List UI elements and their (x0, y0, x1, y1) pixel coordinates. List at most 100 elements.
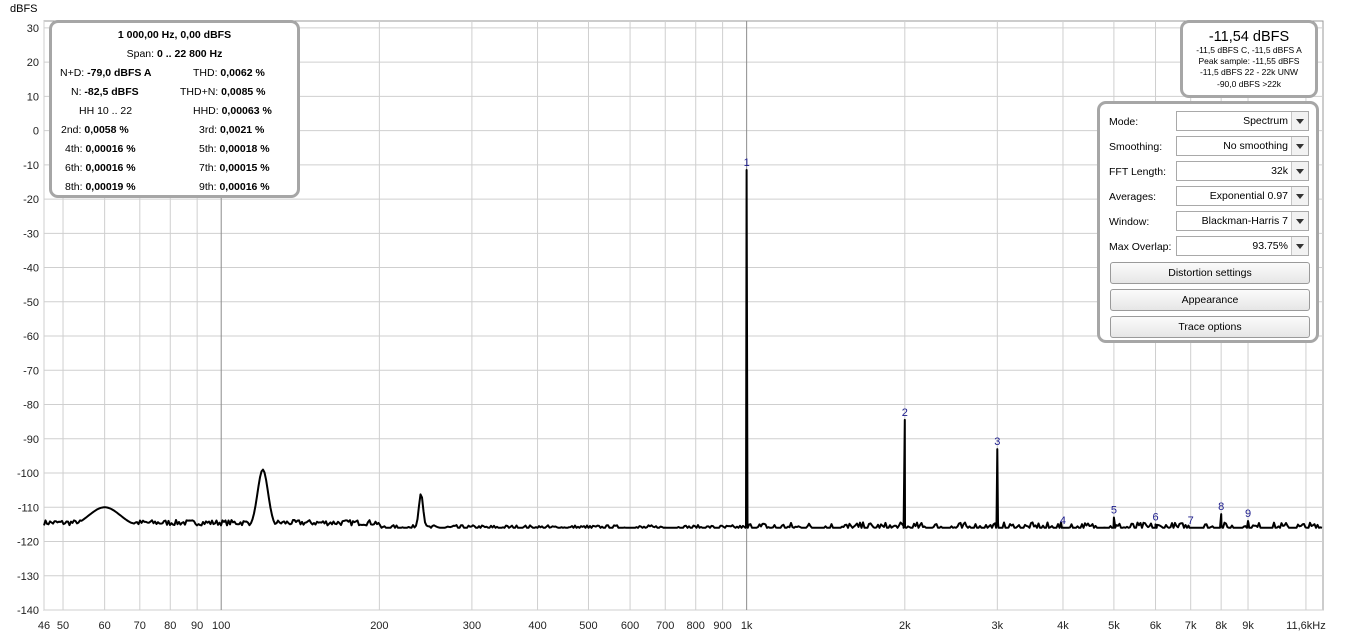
n-label: N: (71, 86, 82, 98)
x-tick-label: 7k (1185, 620, 1197, 632)
y-tick-label: -70 (23, 365, 39, 377)
distortion-readout-panel: 1 000,00 Hz, 0,00 dBFS Span: 0 .. 22 800… (49, 20, 300, 198)
hh-label: HH 10 .. 22 (79, 105, 133, 117)
h6-value: 0,00016 % (85, 162, 136, 174)
h7-value: 0,00015 % (219, 162, 270, 174)
hhd-value: 0,00063 % (221, 105, 272, 117)
chevron-down-icon[interactable] (1291, 112, 1308, 130)
smoothing-select[interactable]: No smoothing (1176, 136, 1309, 156)
y-tick-label: -10 (23, 160, 39, 172)
h9-row: 9th: 0,00016 % (199, 181, 270, 193)
x-tick-label: 1k (741, 620, 753, 632)
distortion-settings-button[interactable]: Distortion settings (1110, 262, 1310, 284)
h7-row: 7th: 0,00015 % (199, 162, 270, 174)
harmonic-label-7: 7 (1188, 515, 1194, 527)
thdn-value: 0,0085 % (221, 86, 266, 98)
x-tick-label: 46 (38, 620, 50, 632)
x-tick-label: 50 (57, 620, 69, 632)
x-tick-label: 600 (621, 620, 639, 632)
h8-row: 8th: 0,00019 % (65, 181, 136, 193)
y-tick-label: 10 (27, 91, 39, 103)
x-tick-label: 9k (1242, 620, 1254, 632)
chevron-down-icon[interactable] (1291, 137, 1308, 155)
h3-row: 3rd: 0,0021 % (199, 124, 264, 136)
h6-row: 6th: 0,00016 % (65, 162, 136, 174)
nd-row: N+D: -79,0 dBFS A (60, 67, 152, 79)
chevron-down-icon[interactable] (1291, 162, 1308, 180)
averages-value: Exponential 0.97 (1209, 190, 1288, 202)
thd-value: 0,0062 % (220, 67, 265, 79)
span-row: Span: 0 .. 22 800 Hz (52, 48, 297, 60)
harmonic-label-3: 3 (994, 436, 1000, 448)
h2-row: 2nd: 0,0058 % (61, 124, 129, 136)
x-tick-label: 700 (656, 620, 674, 632)
h8-label: 8th: (65, 181, 83, 193)
smoothing-value: No smoothing (1223, 140, 1288, 152)
chevron-down-icon[interactable] (1291, 237, 1308, 255)
y-axis-label: dBFS (10, 3, 38, 15)
level-peak-sample: Peak sample: -11,55 dBFS (1198, 56, 1300, 67)
x-tick-label: 5k (1108, 620, 1120, 632)
x-tick-label: 70 (134, 620, 146, 632)
max-overlap-value: 93.75% (1252, 240, 1288, 252)
y-tick-label: 20 (27, 57, 39, 69)
x-tick-label: 2k (899, 620, 911, 632)
x-tick-label: 500 (579, 620, 597, 632)
y-tick-label: 0 (33, 126, 39, 138)
level-main-value: -11,54 dBFS (1208, 29, 1290, 45)
h7-label: 7th: (199, 162, 217, 174)
analysis-controls-panel: Mode: Spectrum Smoothing: No smoothing F… (1097, 101, 1319, 343)
fft-length-select[interactable]: 32k (1176, 161, 1309, 181)
n-row: N: -82,5 dBFS (71, 86, 139, 98)
x-tick-label: 4k (1057, 620, 1069, 632)
span-value: 0 .. 22 800 Hz (157, 48, 223, 60)
thdn-row: THD+N: 0,0085 % (180, 86, 266, 98)
level-unweighted: -11,5 dBFS 22 - 22k UNW (1199, 67, 1299, 78)
h4-label: 4th: (65, 143, 83, 155)
y-tick-label: -50 (23, 297, 39, 309)
averages-select[interactable]: Exponential 0.97 (1176, 186, 1309, 206)
max-overlap-select[interactable]: 93.75% (1176, 236, 1309, 256)
y-tick-label: -40 (23, 263, 39, 275)
harmonic-label-5: 5 (1111, 505, 1117, 517)
h4-value: 0,00016 % (85, 143, 136, 155)
h5-value: 0,00018 % (219, 143, 270, 155)
x-tick-label: 400 (528, 620, 546, 632)
y-tick-label: -80 (23, 400, 39, 412)
harmonic-label-6: 6 (1152, 511, 1158, 523)
y-tick-label: -130 (17, 571, 39, 583)
h9-value: 0,00016 % (219, 181, 270, 193)
mode-select[interactable]: Spectrum (1176, 111, 1309, 131)
x-tick-label: 900 (713, 620, 731, 632)
h2-label: 2nd: (61, 124, 82, 136)
trace-options-button[interactable]: Trace options (1110, 316, 1310, 338)
window-select[interactable]: Blackman-Harris 7 (1176, 211, 1309, 231)
h3-value: 0,0021 % (220, 124, 265, 136)
y-tick-label: -120 (17, 537, 39, 549)
y-tick-label: -20 (23, 194, 39, 206)
x-tick-label: 6k (1150, 620, 1162, 632)
x-tick-label: 100 (212, 620, 230, 632)
x-tick-label: 11,6kHz (1286, 620, 1326, 632)
appearance-button[interactable]: Appearance (1110, 289, 1310, 311)
thdn-label: THD+N: (180, 86, 219, 98)
h3-label: 3rd: (199, 124, 218, 136)
h4-row: 4th: 0,00016 % (65, 143, 136, 155)
x-tick-label: 80 (164, 620, 176, 632)
chevron-down-icon[interactable] (1291, 212, 1308, 230)
thd-row: THD: 0,0062 % (193, 67, 265, 79)
smoothing-label: Smoothing: (1109, 141, 1163, 153)
h9-label: 9th: (199, 181, 217, 193)
y-tick-label: -110 (18, 502, 39, 514)
window-label: Window: (1109, 216, 1150, 228)
mode-value: Spectrum (1243, 115, 1288, 127)
chevron-down-icon[interactable] (1291, 187, 1308, 205)
x-tick-label: 200 (370, 620, 388, 632)
h6-label: 6th: (65, 162, 83, 174)
x-tick-label: 8k (1215, 620, 1227, 632)
x-tick-label: 800 (687, 620, 705, 632)
x-tick-label: 90 (191, 620, 203, 632)
x-tick-label: 3k (992, 620, 1004, 632)
h5-label: 5th: (199, 143, 217, 155)
y-tick-label: -100 (17, 468, 39, 480)
